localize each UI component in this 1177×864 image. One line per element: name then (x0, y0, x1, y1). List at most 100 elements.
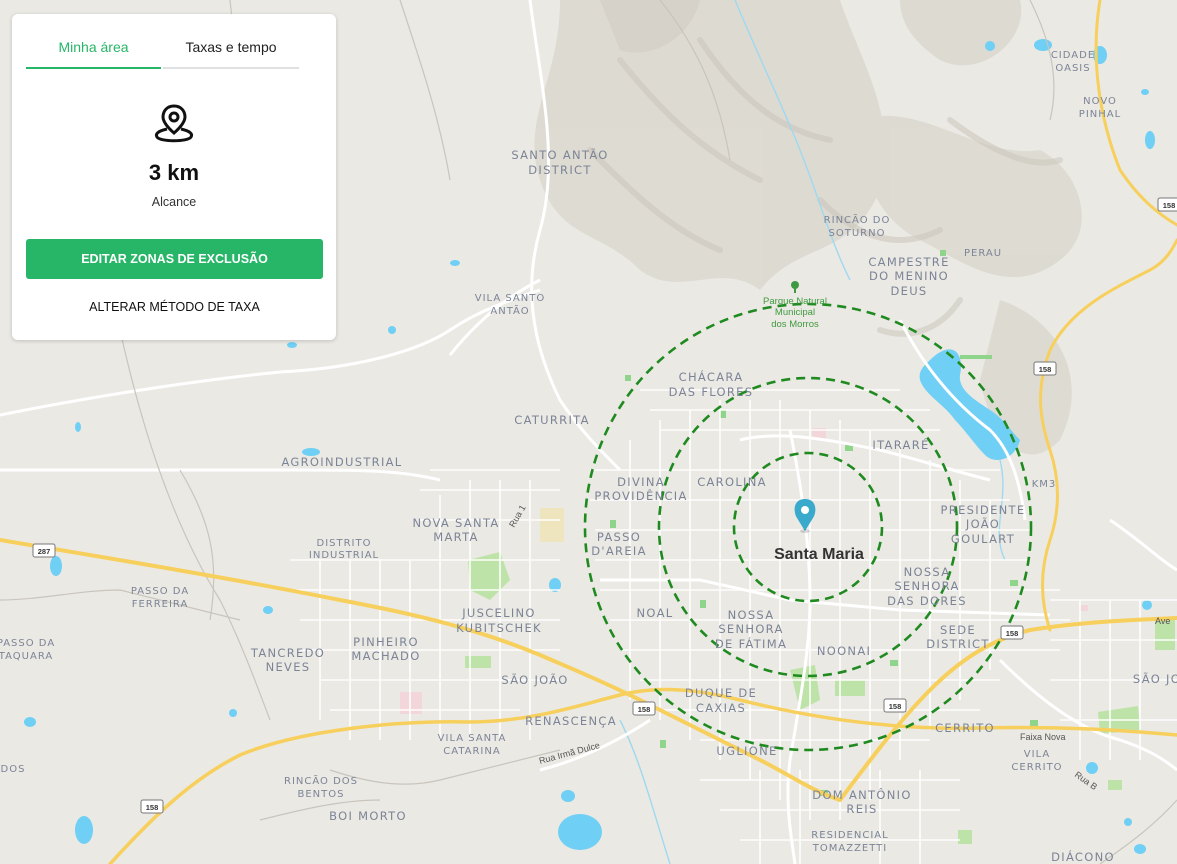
label-nossa-dores: DAS DORES (887, 594, 967, 608)
highway-shield-287: 287 (32, 543, 56, 558)
label-presidente: GOULART (951, 532, 1015, 546)
svg-text:158: 158 (146, 803, 159, 812)
highway-shield-158: 158 (883, 698, 907, 713)
label-sao-joao: SÃO JOÃO (501, 672, 568, 687)
label-noal: NOAL (637, 606, 674, 620)
highway-shield-158: 158 (140, 799, 164, 814)
highway-shield-158: 158 (1000, 625, 1024, 640)
label-nossa-fatima: DE FÁTIMA (715, 636, 787, 651)
label-duque: CAXIAS (696, 701, 746, 715)
svg-text:158: 158 (889, 702, 902, 711)
label-agroindustrial: AGROINDUSTRIAL (281, 455, 402, 469)
label-vila-santa-catarina: VILA SANTA (438, 733, 507, 744)
label-residencial: RESIDENCIAL (811, 830, 888, 841)
label-passo-dareia: PASSO (597, 530, 641, 544)
label-rincao-dos-bentos: RINCÃO DOS (284, 774, 358, 787)
label-nossa-dores: SENHORA (894, 579, 959, 593)
label-vila-cerrito: CERRITO (1011, 762, 1062, 773)
label-duque: DUQUE DE (685, 686, 757, 700)
label-nova-santa-marta: NOVA SANTA (412, 516, 499, 530)
label-divina: PROVIDÊNCIA (594, 488, 687, 503)
label-nossa-fatima: SENHORA (718, 622, 783, 636)
label-rincao-do-soturno: SOTURNO (829, 228, 886, 239)
label-vila-santa-catarina: CATARINA (443, 746, 500, 757)
label-caturrita: CATURRITA (514, 413, 590, 427)
label-divina: DIVINA (617, 475, 665, 489)
label-rincao-dos-bentos: BENTOS (298, 789, 345, 800)
label-cidade-oasis: CIDADE (1051, 50, 1095, 61)
label-vila-cerrito: VILA (1024, 749, 1050, 760)
tab-taxas-e-tempo[interactable]: Taxas e tempo (163, 34, 299, 69)
label-park: Municipal (775, 307, 815, 318)
label-passo-taquara: TAQUARA (0, 651, 53, 662)
label-campestre: DO MENINO (869, 269, 949, 283)
label-park: dos Morros (771, 319, 819, 330)
label-sao-jo: SÃO JO (1133, 671, 1177, 686)
label-perau: PERAU (964, 248, 1002, 259)
label-campestre: CAMPESTRE (868, 255, 949, 269)
label-juscelino: JUSCELINO (461, 606, 536, 620)
highway-shield-158: 158 (1033, 361, 1057, 376)
label-pinheiro: MACHADO (351, 649, 420, 663)
svg-text:158: 158 (1006, 629, 1019, 638)
label-sede-district: DISTRICT (926, 637, 989, 651)
label-vila-santo-antao: ANTÃO (490, 304, 529, 317)
label-presidente: PRESIDENTE (941, 503, 1026, 517)
label-renascenca: RENASCENÇA (525, 714, 617, 728)
city-label: Santa Maria (774, 546, 864, 563)
range-value: 3 km (148, 160, 200, 185)
label-uglione: UGLIONE (716, 744, 777, 758)
label-park: Parque Natural (763, 296, 827, 307)
svg-text:158: 158 (1039, 365, 1052, 374)
label-chacara: CHÁCARA (679, 369, 744, 384)
label-vila-santo-antao: VILA SANTO (475, 293, 545, 304)
label-presidente: JOÃO (965, 516, 1000, 531)
label-novo-pinhal: NOVO (1083, 96, 1117, 107)
svg-text:287: 287 (38, 547, 51, 556)
label-itarare: ITARARÉ (872, 437, 929, 452)
label-dom-antonio: REIS (846, 802, 877, 816)
label-pinheiro: PINHEIRO (353, 635, 419, 649)
label-santo-antao: SANTO ANTÃO (511, 147, 608, 162)
label-tancredo: TANCREDO (250, 646, 325, 660)
label-novo-pinhal: PINHAL (1079, 109, 1121, 120)
label-santo-antao: DISTRICT (528, 163, 591, 177)
label-chacara: DAS FLORES (669, 385, 754, 399)
label-cerrito: CERRITO (935, 721, 995, 735)
change-fee-method-link[interactable]: ALTERAR MÉTODO DE TAXA (26, 295, 323, 319)
edit-exclusion-zones-button[interactable]: EDITAR ZONAS DE EXCLUSÃO (26, 239, 323, 279)
label-diacono: DIÁCONO (1051, 849, 1115, 864)
label-passo-ferreira: FERREIRA (132, 599, 189, 610)
highway-shield-158: 158 (1157, 197, 1177, 212)
label-passo-taquara: PASSO DA (0, 638, 55, 649)
area-settings-panel: Minha área Taxas e tempo 3 km Alcance ED… (12, 14, 336, 340)
label-campestre: DEUS (890, 284, 927, 298)
tab-minha-area[interactable]: Minha área (26, 34, 161, 69)
label-distrito-industrial: DISTRITO (317, 538, 372, 549)
label-boi-morto: BOI MORTO (329, 809, 407, 823)
label-nossa-dores: NOSSA (904, 565, 951, 579)
label-carolina: CAROLINA (697, 475, 767, 489)
label-nova-santa-marta: MARTA (433, 530, 478, 544)
label-noonai: NOONAI (817, 644, 871, 658)
label-passo-dareia: D'AREIA (591, 544, 647, 558)
label-juscelino: KUBITSCHEK (456, 621, 542, 635)
range-label: Alcance (151, 195, 197, 209)
svg-text:158: 158 (638, 705, 651, 714)
road-label-ave: Ave (1155, 616, 1170, 626)
highway-shield-158: 158 (632, 701, 656, 716)
label-passo-ferreira: PASSO DA (131, 586, 189, 597)
label-tancredo: NEVES (266, 660, 311, 674)
label-residencial: TOMAZZETTI (812, 843, 887, 854)
svg-text:158: 158 (1163, 201, 1176, 210)
map-pin-icon (154, 104, 194, 143)
road-label-faixa-nova: Faixa Nova (1020, 732, 1066, 742)
label-nossa-fatima: NOSSA (728, 608, 775, 622)
label-km3: KM3 (1032, 479, 1057, 490)
label-dom-antonio: DOM ANTÔNIO (812, 787, 911, 802)
label-cidade-oasis: OASIS (1055, 63, 1090, 74)
panel-tabs: Minha área Taxas e tempo (26, 34, 299, 69)
label-sede-district: SEDE (940, 623, 976, 637)
label-rincao-do-soturno: RINCÃO DO (824, 213, 891, 226)
label-dos: DOS (1, 764, 26, 775)
